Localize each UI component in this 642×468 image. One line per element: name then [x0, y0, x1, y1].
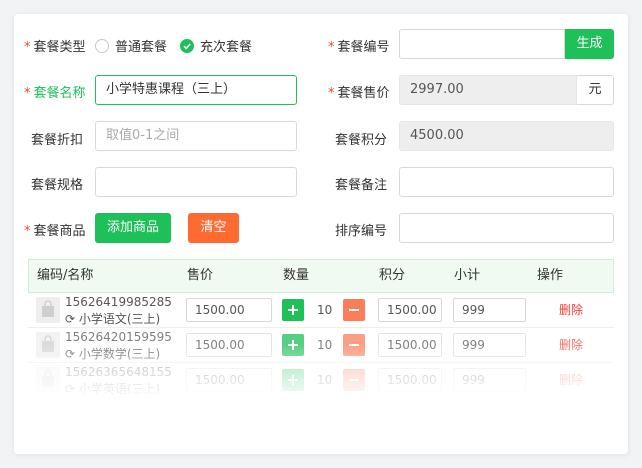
package-name-input[interactable]: 小学特惠课程（三上）	[95, 75, 297, 105]
package-code-label: * 套餐编号	[328, 40, 390, 55]
package-price-input[interactable]: 2997.00	[399, 75, 577, 105]
refresh-icon: ⟳	[65, 382, 79, 396]
points-input[interactable]: 1500.00	[378, 333, 442, 357]
quantity-value[interactable]: 10	[317, 333, 332, 357]
product-code: 15626420159595	[65, 330, 172, 344]
package-note-label: 套餐备注	[335, 178, 388, 193]
clear-goods-button[interactable]: 清空	[188, 213, 239, 243]
package-spec-input[interactable]	[95, 167, 297, 197]
package-discount-input[interactable]: 取值0-1之间	[95, 121, 297, 151]
product-code: 15626419985285	[65, 295, 172, 309]
product-name: ⟳ 小学英语(三上)	[65, 382, 161, 396]
refresh-icon: ⟳	[65, 347, 79, 361]
package-code-input[interactable]	[399, 29, 565, 59]
product-image-icon	[36, 332, 60, 358]
package-price-label: * 套餐售价	[328, 86, 390, 101]
package-goods-label: * 套餐商品	[24, 224, 86, 239]
price-unit: 元	[577, 75, 614, 105]
minus-icon[interactable]	[343, 369, 365, 391]
table-header: 编码/名称 售价 数量 积分 小计 操作	[28, 259, 614, 293]
table-body: 15626419985285 ⟳ 小学语文(三上) 1500.00 10 150…	[28, 293, 614, 398]
product-code: 15626365648155	[65, 365, 172, 379]
header-subtotal: 小计	[454, 268, 481, 283]
radio-normal-package[interactable]: 普通套餐	[95, 36, 167, 55]
package-spec-label: 套餐规格	[31, 178, 84, 193]
radio-recharge-package[interactable]: 充次套餐	[180, 36, 252, 55]
radio-circle	[95, 38, 109, 53]
points-input[interactable]: 1500.00	[378, 368, 442, 392]
header-action: 操作	[537, 268, 564, 283]
package-points-input[interactable]: 4500.00	[399, 121, 614, 151]
minus-icon[interactable]	[343, 334, 365, 356]
minus-icon[interactable]	[343, 299, 365, 321]
goods-table: 编码/名称 售价 数量 积分 小计 操作 15626419985285 ⟳ 小学…	[28, 259, 614, 398]
plus-icon[interactable]	[282, 369, 304, 391]
header-price: 售价	[187, 268, 214, 283]
refresh-icon: ⟳	[65, 312, 79, 326]
package-note-input[interactable]	[399, 167, 614, 197]
delete-link[interactable]: 删除	[559, 293, 583, 327]
plus-icon[interactable]	[282, 334, 304, 356]
sort-number-input[interactable]	[399, 213, 614, 243]
table-row: 15626420159595 ⟳ 小学数学(三上) 1500.00 10 150…	[28, 328, 614, 363]
price-input[interactable]: 1500.00	[186, 368, 272, 392]
price-input[interactable]: 1500.00	[186, 333, 272, 357]
header-points: 积分	[379, 268, 406, 283]
delete-link[interactable]: 删除	[559, 363, 583, 397]
plus-icon[interactable]	[282, 299, 304, 321]
price-input[interactable]: 1500.00	[186, 298, 272, 322]
product-image-icon	[36, 297, 60, 323]
points-input[interactable]: 1500.00	[378, 298, 442, 322]
radio-normal-label: 普通套餐	[115, 40, 168, 55]
subtotal-input[interactable]: 999	[453, 368, 526, 392]
subtotal-input[interactable]: 999	[453, 333, 526, 357]
product-image-icon	[36, 367, 60, 393]
radio-recharge-label: 充次套餐	[200, 40, 253, 55]
product-name: ⟳ 小学数学(三上)	[65, 347, 161, 361]
quantity-value[interactable]: 10	[317, 298, 332, 322]
table-row: 15626419985285 ⟳ 小学语文(三上) 1500.00 10 150…	[28, 293, 614, 328]
package-type-label: * 套餐类型	[24, 40, 86, 55]
package-name-label: * 套餐名称	[24, 86, 86, 101]
table-row: 15626365648155 ⟳ 小学英语(三上) 1500.00 10 150…	[28, 363, 614, 398]
delete-link[interactable]: 删除	[559, 328, 583, 362]
check-icon	[180, 38, 194, 53]
package-points-label: 套餐积分	[335, 133, 388, 148]
add-goods-button[interactable]: 添加商品	[95, 213, 171, 243]
sort-number-label: 排序编号	[335, 224, 388, 239]
generate-code-button[interactable]: 生成	[565, 29, 614, 59]
package-discount-label: 套餐折扣	[31, 133, 84, 148]
quantity-value[interactable]: 10	[317, 368, 332, 392]
product-name: ⟳ 小学语文(三上)	[65, 312, 161, 326]
subtotal-input[interactable]: 999	[453, 298, 526, 322]
header-quantity: 数量	[283, 268, 310, 283]
header-code-name: 编码/名称	[37, 268, 94, 283]
package-form-card: * 套餐类型 普通套餐 充次套餐 * 套餐编号 生成 * 套餐名称 小学特惠课程（三上…	[14, 14, 628, 454]
